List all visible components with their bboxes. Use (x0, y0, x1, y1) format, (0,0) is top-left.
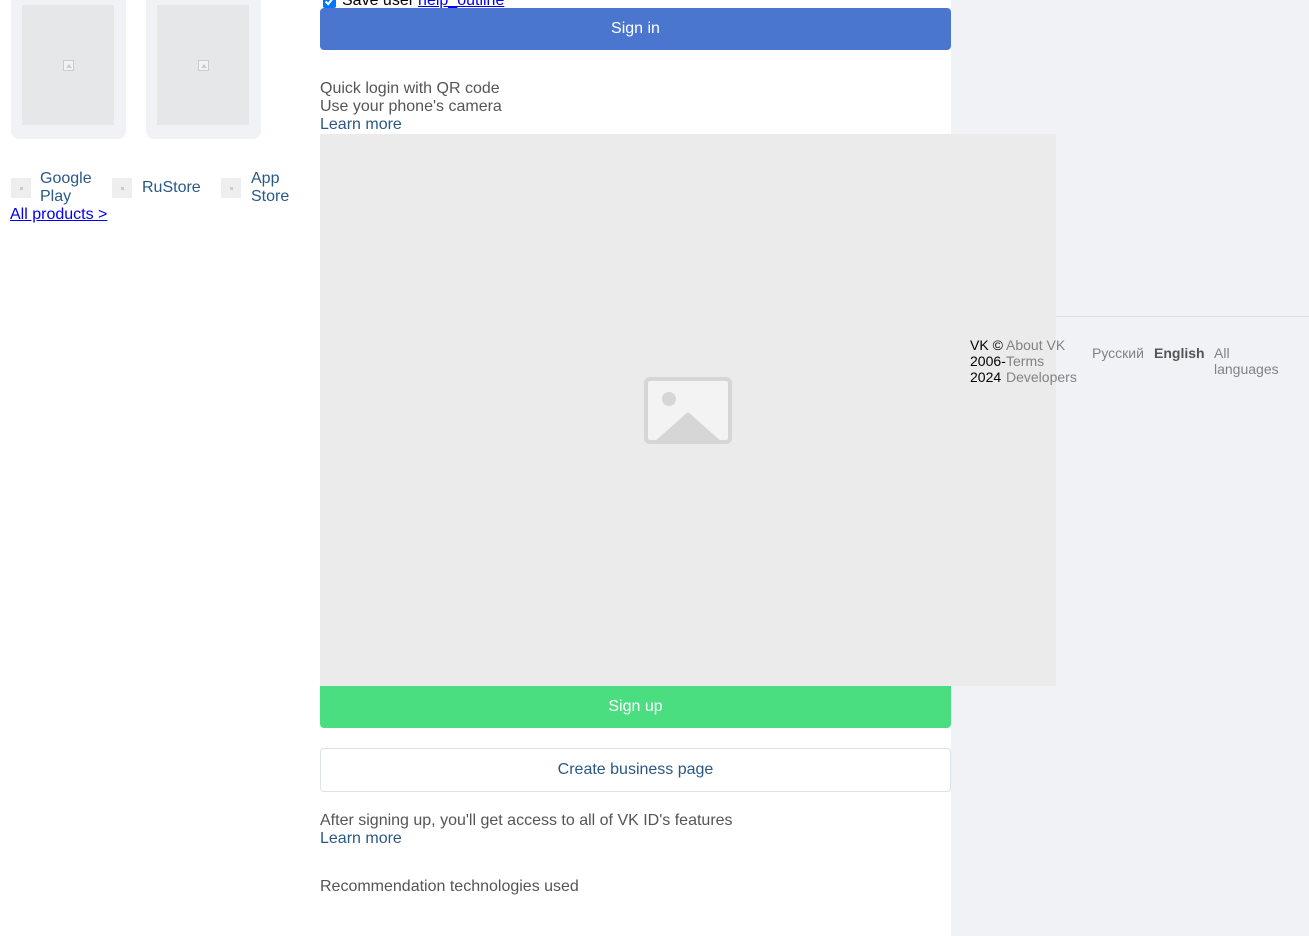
app-store-icon (221, 178, 241, 198)
recommendation-text[interactable]: Recommendation technologies used (320, 878, 579, 896)
save-user-checkbox[interactable] (323, 0, 336, 8)
broken-image-icon (197, 59, 209, 71)
google-play-icon (11, 178, 31, 198)
store-link-app-store[interactable]: App Store (251, 170, 289, 206)
qr-subtitle: Use your phone's camera (320, 98, 502, 115)
footer-copyright: VK © 2006-2024 (970, 337, 1006, 385)
language-russian[interactable]: Русский (1092, 345, 1144, 361)
qr-code-image (320, 134, 1056, 686)
broken-image-icon (62, 59, 74, 71)
promo-image (157, 5, 249, 125)
signup-info-text: After signing up, you'll get access to a… (320, 812, 733, 829)
store-label-line1: Google (40, 170, 92, 187)
footer-link-developers[interactable]: Developers (1006, 369, 1077, 385)
promo-card-1[interactable] (11, 0, 126, 139)
store-link-google-play[interactable]: Google Play (40, 170, 92, 206)
store-label-line2: Store (251, 188, 290, 205)
store-label-line2: Play (40, 188, 72, 205)
language-all[interactable]: All languages (1214, 345, 1294, 377)
qr-title: Quick login with QR code (320, 80, 500, 97)
store-label-line1: App (251, 170, 280, 187)
sign-up-button[interactable]: Sign up (320, 686, 951, 728)
store-label-line1: RuStore (142, 179, 201, 196)
promo-image (22, 5, 114, 125)
footer-links: About VK Terms Developers (1006, 337, 1077, 385)
qr-learn-more-link[interactable]: Learn more (320, 116, 402, 134)
create-business-page-button[interactable]: Create business page (320, 748, 951, 792)
rustore-icon (112, 178, 132, 198)
footer-link-about[interactable]: About VK (1006, 337, 1077, 353)
main-panel: Google Play RuStore App Store All produc… (0, 0, 1056, 936)
promo-card-2[interactable] (146, 0, 261, 139)
all-products-link[interactable]: All products > (10, 206, 107, 224)
store-link-rustore[interactable]: RuStore (142, 179, 201, 197)
image-placeholder-icon (644, 376, 732, 444)
footer-link-terms[interactable]: Terms (1006, 353, 1077, 369)
signup-learn-more-link[interactable]: Learn more (320, 830, 402, 848)
sign-in-button[interactable]: Sign in (320, 8, 951, 50)
language-english[interactable]: English (1154, 345, 1205, 361)
